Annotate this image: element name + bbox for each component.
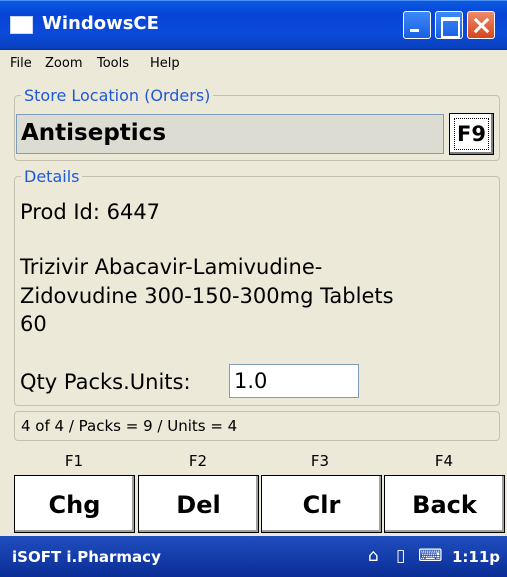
delete-button[interactable]: Del [138, 475, 259, 533]
product-name-line-3: 60 [20, 312, 47, 336]
status-text: 4 of 4 / Packs = 9 / Units = 4 [21, 417, 238, 435]
store-location-field[interactable]: Antiseptics [16, 114, 444, 154]
prod-id-text: Prod Id: 6447 [20, 200, 161, 224]
menu-tools[interactable]: Tools [97, 56, 129, 71]
fkey-label-f4: F4 [434, 452, 454, 470]
fkey-label-f3: F3 [310, 452, 330, 470]
keyboard-icon[interactable]: ⌨ [418, 546, 443, 566]
menu-bar: File Zoom Tools Help [0, 50, 507, 78]
minimize-button[interactable] [403, 11, 431, 39]
window-title: WindowsCE [42, 13, 159, 34]
battery-icon[interactable]: ▯ [396, 546, 405, 566]
fkey-label-f1: F1 [64, 452, 84, 470]
close-button[interactable] [467, 11, 495, 39]
qty-input[interactable]: 1.0 [229, 364, 359, 398]
taskbar-app-name[interactable]: iSOFT i.Pharmacy [12, 548, 161, 566]
store-lookup-label: F9 [454, 118, 489, 150]
app-window: WindowsCE File Zoom Tools Help Store Loc… [0, 0, 507, 577]
window-icon [10, 16, 33, 34]
store-lookup-button[interactable]: F9 [449, 113, 494, 155]
menu-help[interactable]: Help [150, 56, 180, 71]
store-location-label: Store Location (Orders) [21, 86, 214, 105]
home-icon[interactable]: ⌂ [368, 546, 379, 566]
menu-zoom[interactable]: Zoom [45, 56, 82, 71]
menu-file[interactable]: File [10, 56, 32, 71]
title-bar: WindowsCE [0, 0, 507, 50]
maximize-button[interactable] [435, 11, 463, 39]
change-button[interactable]: Chg [14, 475, 135, 533]
clock: 1:11p [452, 548, 501, 566]
taskbar: iSOFT i.Pharmacy ⌂ ▯ ⌨ 1:11p [0, 536, 507, 577]
product-name-line-1: Trizivir Abacavir-Lamivudine- [20, 255, 323, 279]
back-button[interactable]: Back [384, 475, 505, 533]
details-label: Details [21, 167, 83, 186]
product-name-line-2: Zidovudine 300-150-300mg Tablets [20, 284, 394, 308]
fkey-label-f2: F2 [188, 452, 208, 470]
clear-button[interactable]: Clr [261, 475, 382, 533]
status-bar: 4 of 4 / Packs = 9 / Units = 4 [14, 411, 500, 441]
qty-label: Qty Packs.Units: [20, 370, 191, 394]
